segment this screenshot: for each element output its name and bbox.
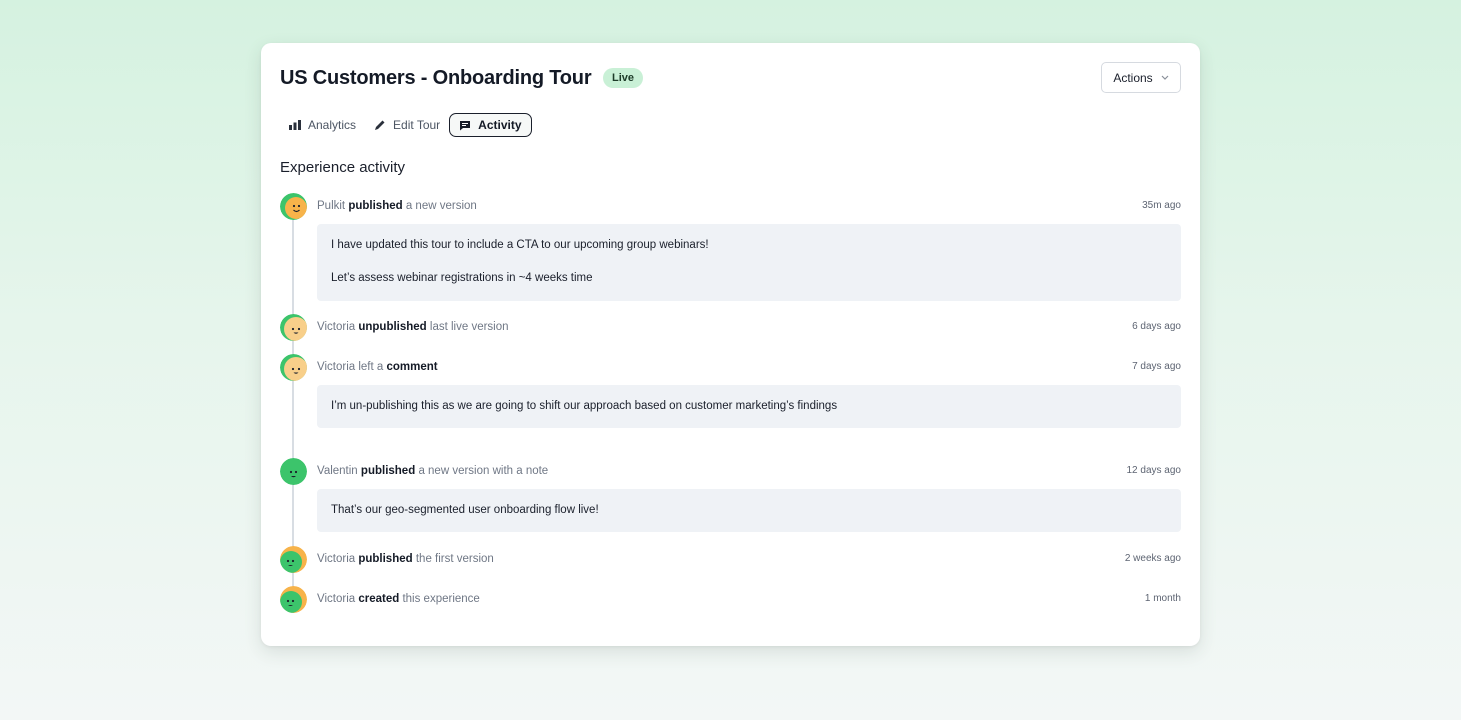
avatar[interactable] — [280, 458, 307, 485]
activity-user: Valentin — [317, 465, 358, 477]
tab-label: Activity — [478, 118, 522, 132]
activity-time: 12 days ago — [1126, 465, 1182, 476]
activity-user: Pulkit — [317, 200, 346, 212]
activity-action: published — [358, 553, 413, 565]
activity-action: published — [360, 465, 416, 477]
avatar[interactable] — [280, 193, 307, 220]
activity-card: US Customers - Onboarding Tour Live Acti… — [261, 43, 1200, 646]
activity-action: published — [348, 200, 403, 212]
activity-text: Pulkit published a new version — [317, 199, 477, 214]
chevron-down-icon — [1161, 73, 1169, 82]
section-title: Experience activity — [280, 159, 406, 176]
activity-action: unpublished — [358, 321, 427, 333]
activity-text: Victoria left a comment — [317, 360, 438, 375]
bar-chart-icon — [289, 120, 301, 130]
note-line: I’m un-publishing this as we are going t… — [331, 400, 838, 412]
activity-time: 2 weeks ago — [1124, 553, 1181, 564]
activity-note: That’s our geo-segmented user onboarding… — [317, 489, 1181, 532]
activity-user: Victoria — [317, 593, 356, 605]
chat-bubble-icon — [459, 120, 471, 131]
status-badge: Live — [603, 68, 644, 88]
activity-action: created — [358, 593, 400, 605]
activity-detail: a new version — [405, 200, 477, 212]
activity-user: Victoria — [317, 321, 356, 333]
activity-note: I’m un-publishing this as we are going t… — [317, 385, 1181, 428]
avatar[interactable] — [280, 314, 307, 341]
activity-user: Victoria — [317, 361, 356, 373]
actions-button-label: Actions — [1113, 70, 1153, 85]
actions-button[interactable]: Actions — [1101, 62, 1181, 93]
avatar[interactable] — [280, 354, 307, 381]
note-line: That’s our geo-segmented user onboarding… — [331, 504, 599, 516]
avatar[interactable] — [280, 546, 307, 573]
tab-activity[interactable]: Activity — [449, 113, 532, 137]
activity-note: I have updated this tour to include a CT… — [317, 224, 1181, 301]
avatar[interactable] — [280, 586, 307, 613]
activity-text: Victoria unpublished last live version — [317, 320, 509, 335]
timeline-line — [292, 208, 294, 593]
activity-text: Victoria published the first version — [317, 552, 494, 567]
note-line: I have updated this tour to include a CT… — [331, 239, 709, 251]
activity-detail: a new version with a note — [418, 465, 549, 477]
activity-prefix: left a — [358, 361, 384, 373]
page-title: US Customers - Onboarding Tour — [280, 67, 592, 89]
activity-text: Valentin published a new version with a … — [317, 464, 548, 479]
activity-time: 6 days ago — [1132, 321, 1181, 332]
activity-time: 35m ago — [1142, 200, 1181, 211]
note-line: Let’s assess webinar registrations in ~4… — [331, 272, 593, 284]
tab-bar: Analytics Edit Tour Activity — [280, 113, 532, 137]
activity-detail: the first version — [415, 553, 494, 565]
tab-label: Analytics — [308, 118, 357, 132]
activity-user: Victoria — [317, 553, 356, 565]
tab-analytics[interactable]: Analytics — [280, 113, 365, 137]
card-header: US Customers - Onboarding Tour Live Acti… — [280, 62, 1181, 93]
activity-detail: last live version — [429, 321, 509, 333]
pencil-icon — [374, 119, 386, 131]
activity-time: 1 month — [1144, 593, 1181, 604]
tab-edit-tour[interactable]: Edit Tour — [365, 113, 449, 137]
tab-label: Edit Tour — [393, 118, 441, 132]
activity-action: comment — [386, 361, 438, 373]
activity-time: 7 days ago — [1132, 361, 1181, 372]
activity-detail: this experience — [402, 593, 480, 605]
activity-text: Victoria created this experience — [317, 592, 480, 607]
